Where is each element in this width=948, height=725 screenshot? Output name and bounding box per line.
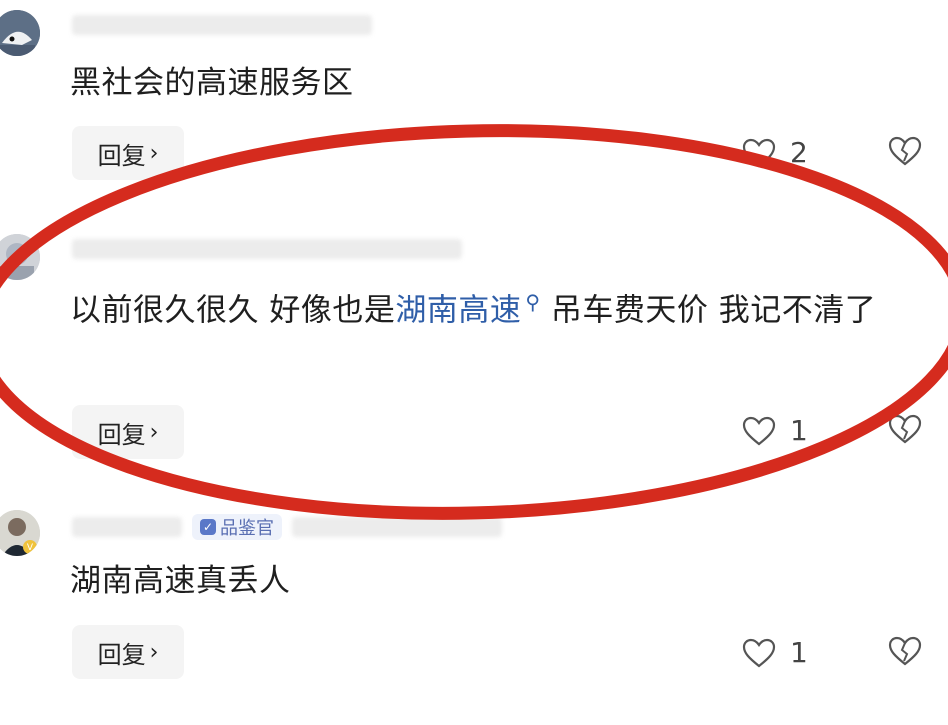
broken-heart-icon bbox=[888, 414, 922, 444]
reply-button[interactable]: 回复 › bbox=[72, 405, 184, 459]
blurred-user-info bbox=[72, 239, 462, 259]
avatar[interactable]: V bbox=[0, 510, 40, 556]
blurred-user-name bbox=[72, 517, 182, 537]
topic-link[interactable]: 湖南高速 bbox=[395, 292, 521, 328]
comment-meta bbox=[72, 14, 372, 36]
dislike-button[interactable] bbox=[888, 636, 922, 670]
comment-text: 黑社会的高速服务区 bbox=[70, 65, 354, 101]
comment-text-before: 以前很久很久 好像也是 bbox=[70, 292, 396, 329]
reply-button[interactable]: 回复 › bbox=[72, 126, 184, 180]
svg-text:V: V bbox=[27, 543, 34, 553]
avatar-image bbox=[0, 10, 40, 56]
avatar-image: V bbox=[0, 510, 40, 556]
reply-label: 回复 bbox=[97, 640, 146, 669]
like-button[interactable]: 1 bbox=[742, 636, 808, 669]
like-button[interactable]: 2 bbox=[742, 136, 808, 169]
heart-outline-icon bbox=[742, 416, 776, 445]
avatar-image bbox=[0, 234, 40, 280]
dislike-button[interactable] bbox=[888, 136, 922, 170]
comment-text: 以前很久很久 好像也是湖南高速 ⚲ 吊车费天价 我记不清了 bbox=[70, 279, 918, 333]
search-icon[interactable]: ⚲ bbox=[525, 290, 540, 314]
comment-text: 湖南高速真丢人 bbox=[70, 563, 291, 599]
comment-text-after: 吊车费天价 我记不清了 bbox=[540, 292, 877, 329]
avatar[interactable] bbox=[0, 10, 40, 56]
heart-outline-icon bbox=[742, 138, 776, 167]
reply-label: 回复 bbox=[97, 141, 146, 170]
badge-label: 品鉴官 bbox=[220, 518, 274, 539]
dislike-button[interactable] bbox=[888, 414, 922, 448]
avatar[interactable] bbox=[0, 234, 40, 280]
heart-outline-icon bbox=[742, 638, 776, 667]
reviewer-badge: ✓ 品鉴官 bbox=[192, 514, 282, 540]
broken-heart-icon bbox=[888, 136, 922, 166]
broken-heart-icon bbox=[888, 636, 922, 666]
like-button[interactable]: 1 bbox=[742, 414, 808, 447]
reply-button[interactable]: 回复 › bbox=[72, 625, 184, 679]
like-count: 1 bbox=[790, 414, 808, 447]
comment-meta: ✓ 品鉴官 bbox=[72, 514, 502, 540]
chevron-right-icon: › bbox=[149, 639, 159, 665]
reply-label: 回复 bbox=[97, 420, 146, 449]
like-count: 2 bbox=[790, 136, 808, 169]
like-count: 1 bbox=[790, 636, 808, 669]
chevron-right-icon: › bbox=[149, 419, 159, 445]
comment-meta bbox=[72, 238, 462, 260]
chevron-right-icon: › bbox=[149, 140, 159, 166]
blurred-user-info bbox=[72, 15, 372, 35]
blurred-timestamp bbox=[292, 517, 502, 537]
verified-icon: ✓ bbox=[200, 519, 216, 535]
